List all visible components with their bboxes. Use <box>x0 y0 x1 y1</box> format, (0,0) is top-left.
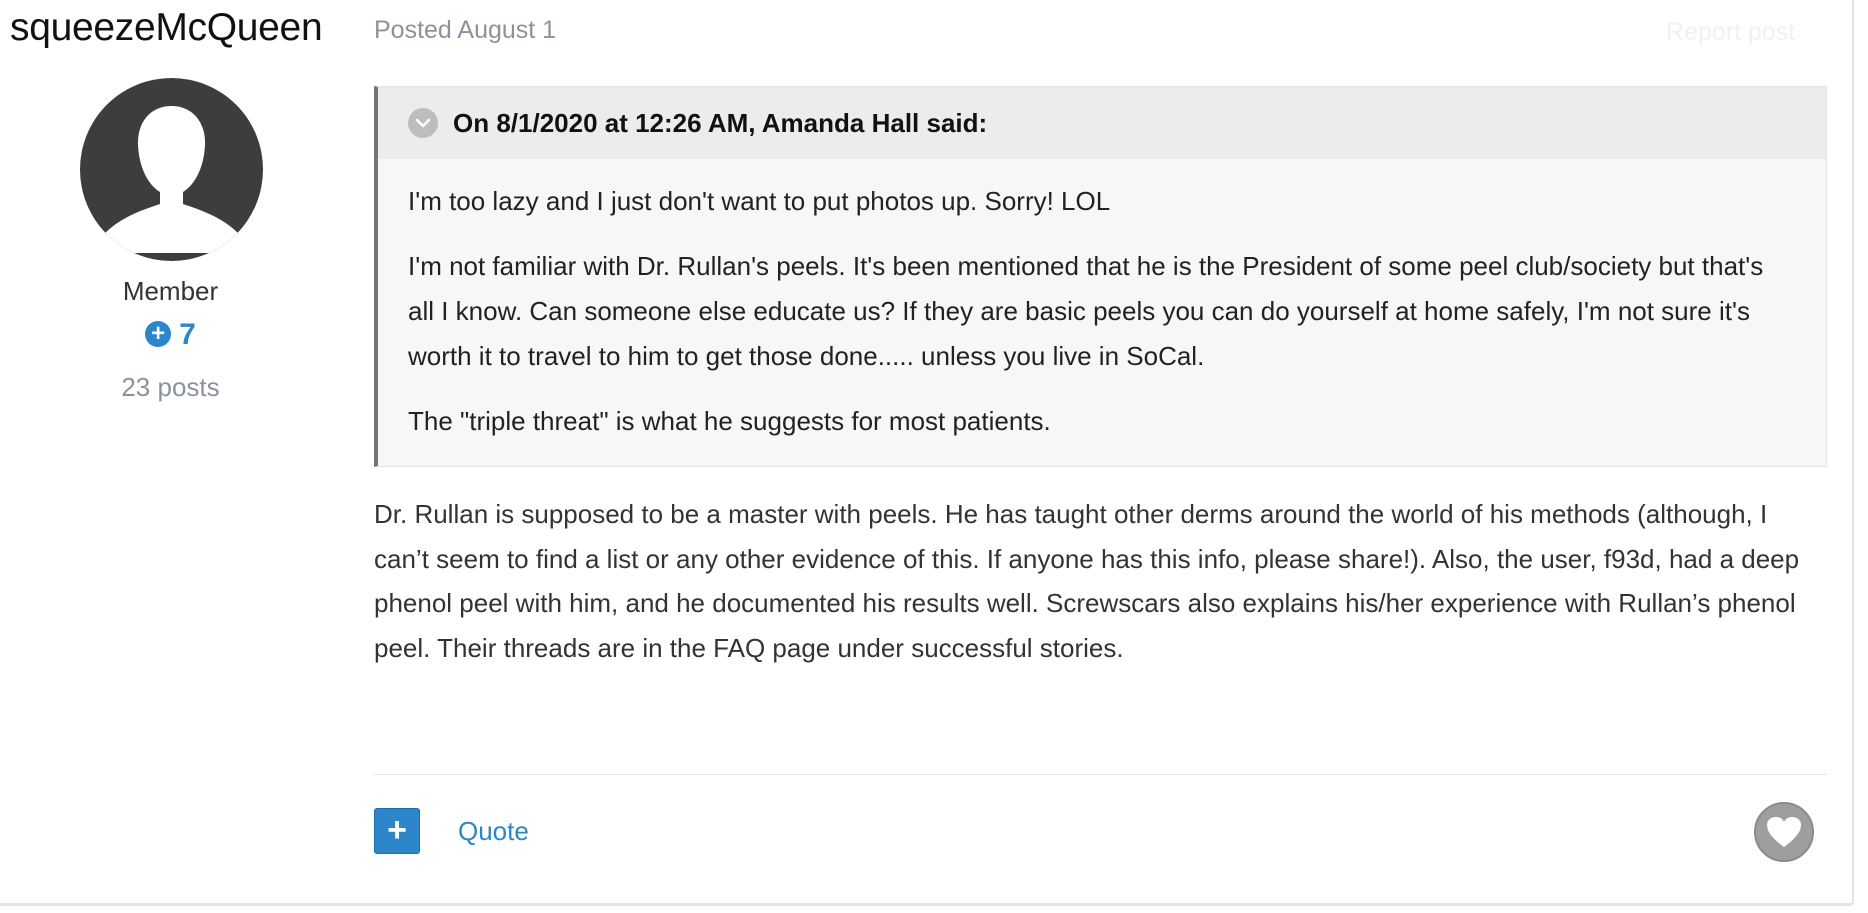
post-content: Dr. Rullan is supposed to be a master wi… <box>374 492 1814 670</box>
like-button[interactable] <box>1754 802 1814 862</box>
quote-header: On 8/1/2020 at 12:26 AM, Amanda Hall sai… <box>378 87 1826 159</box>
author-reputation[interactable]: +7 <box>0 318 341 352</box>
quote-paragraph: I'm too lazy and I just don't want to pu… <box>408 186 1111 216</box>
heart-icon <box>1767 817 1801 847</box>
author-name[interactable]: squeezeMcQueen <box>10 6 323 50</box>
quote-paragraph: The "triple threat" is what he suggests … <box>408 406 1051 436</box>
quote-body: I'm too lazy and I just don't want to pu… <box>378 179 1826 444</box>
quote-button[interactable]: Quote <box>458 816 529 847</box>
plus-circle-icon: + <box>145 321 172 347</box>
quote-citation: On 8/1/2020 at 12:26 AM, Amanda Hall sai… <box>453 107 988 138</box>
default-user-silhouette-icon <box>104 106 239 253</box>
chevron-down-icon[interactable] <box>408 108 438 138</box>
plus-icon: + <box>387 810 407 849</box>
post-paragraph: Dr. Rullan is supposed to be a master wi… <box>374 499 1800 663</box>
quote-paragraph: I'm not familiar with Dr. Rullan's peels… <box>408 251 1764 371</box>
post-card: squeezeMcQueen Member +7 23 posts Posted… <box>0 0 1854 906</box>
author-post-count: 23 posts <box>121 372 220 402</box>
avatar[interactable] <box>80 78 263 261</box>
report-post-link[interactable]: Report post <box>1666 18 1795 47</box>
reputation-count: 7 <box>179 318 196 351</box>
author-rank: Member <box>122 276 219 306</box>
quote-block: On 8/1/2020 at 12:26 AM, Amanda Hall sai… <box>374 86 1827 467</box>
post-date[interactable]: Posted August 1 <box>374 16 556 45</box>
divider <box>374 774 1827 775</box>
multiquote-button[interactable]: + <box>374 808 420 854</box>
